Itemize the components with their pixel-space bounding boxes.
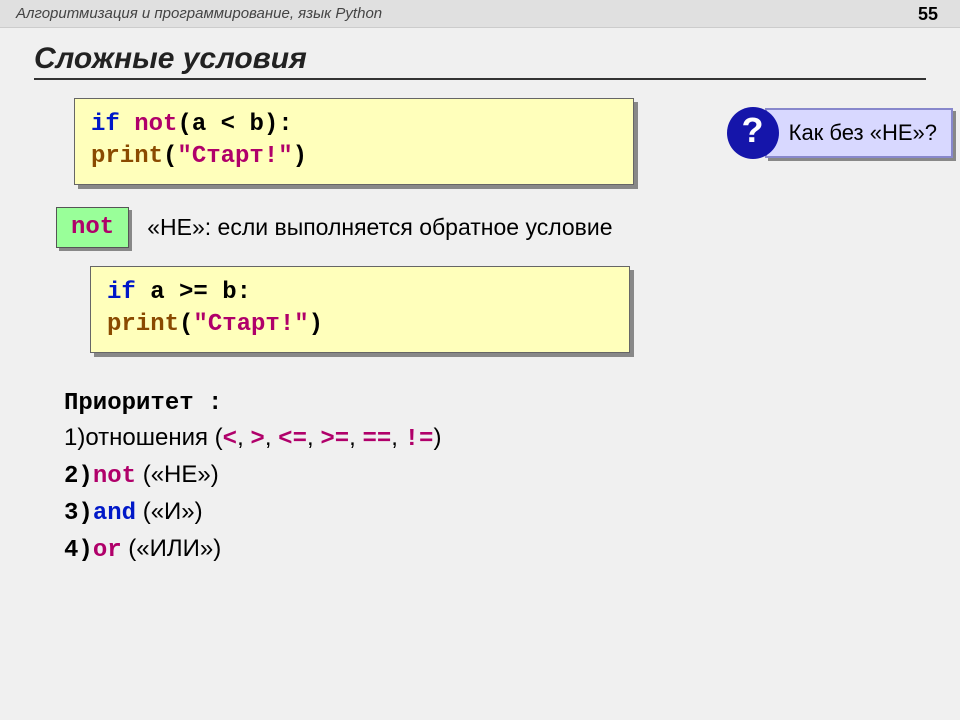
- p3-num: 3): [64, 500, 93, 527]
- slide-content: Сложные условия if not(a < b): print("Ст…: [0, 28, 960, 569]
- header-bar: Алгоритмизация и программирование, язык …: [0, 0, 960, 28]
- not-description: «НЕ»: если выполняется обратное условие: [147, 214, 612, 241]
- slide-title: Сложные условия: [34, 42, 926, 80]
- p2-suffix: («НЕ»): [136, 461, 219, 488]
- sep: ,: [349, 424, 362, 451]
- args-open: (: [179, 311, 193, 338]
- priority-title: Приоритет :: [64, 387, 926, 422]
- args-close: ): [309, 311, 323, 338]
- priority-line-2: 2)not («НЕ»): [64, 458, 926, 495]
- not-badge: not: [56, 207, 129, 248]
- p2-num: 2): [64, 463, 93, 490]
- string-literal: "Старт!": [177, 143, 292, 170]
- priority-line-4: 4)or («ИЛИ»): [64, 532, 926, 569]
- page-number: 55: [918, 4, 938, 25]
- code-block-2: if a >= b: print("Старт!"): [90, 266, 630, 353]
- header-title: Алгоритмизация и программирование, язык …: [16, 5, 382, 22]
- op-gt: >: [250, 426, 264, 453]
- expr: a >= b:: [136, 279, 251, 306]
- op-ge: >=: [320, 426, 349, 453]
- code-block-1: if not(a < b): print("Старт!") ? Как без…: [74, 98, 634, 185]
- op-le: <=: [278, 426, 307, 453]
- paren-close: ):: [264, 111, 293, 138]
- string-literal: "Старт!": [193, 311, 308, 338]
- kw-or: or: [93, 537, 122, 564]
- kw-not: not: [93, 463, 136, 490]
- sep: ,: [265, 424, 278, 451]
- p3-suffix: («И»): [136, 498, 203, 525]
- expr: a < b: [192, 111, 264, 138]
- fn-print: print: [91, 143, 163, 170]
- callout-text: Как без «НЕ»?: [765, 108, 953, 158]
- op-eq: ==: [362, 426, 391, 453]
- priority-line-1: 1)отношения (<, >, <=, >=, ==, !=): [64, 421, 926, 458]
- priority-block: Приоритет : 1)отношения (<, >, <=, >=, =…: [64, 387, 926, 569]
- priority-line-3: 3)and («И»): [64, 495, 926, 532]
- op-ne: !=: [405, 426, 434, 453]
- op-lt: <: [223, 426, 237, 453]
- args-close: ): [293, 143, 307, 170]
- not-row: not «НЕ»: если выполняется обратное усло…: [56, 207, 926, 248]
- p1-prefix: 1)отношения (: [64, 424, 223, 451]
- sep: ,: [391, 424, 404, 451]
- args-open: (: [163, 143, 177, 170]
- sep: ,: [237, 424, 250, 451]
- keyword-if: if: [107, 279, 136, 306]
- p4-num: 4): [64, 537, 93, 564]
- p4-suffix: («ИЛИ»): [122, 535, 222, 562]
- keyword-if: if: [91, 111, 120, 138]
- keyword-not: not: [134, 111, 177, 138]
- question-icon: ?: [727, 107, 779, 159]
- paren-open: (: [177, 111, 191, 138]
- callout: ? Как без «НЕ»?: [727, 107, 953, 159]
- kw-and: and: [93, 500, 136, 527]
- sep: ,: [307, 424, 320, 451]
- p1-suffix: ): [433, 424, 441, 451]
- fn-print: print: [107, 311, 179, 338]
